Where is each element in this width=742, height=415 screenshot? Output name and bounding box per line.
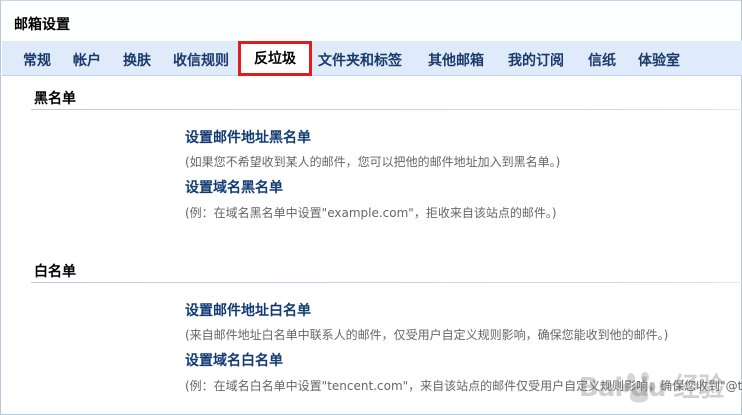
settings-panel: 邮箱设置 常规 帐户 换肤 收信规则 反垃圾 文件夹和标签 其他邮箱 我的订阅 … bbox=[0, 0, 742, 415]
blacklist-domain-description: (例：在域名黑名单中设置"example.com"，拒收来自该站点的邮件。) bbox=[185, 206, 557, 220]
whitelist-domain-link[interactable]: 设置域名白名单 bbox=[185, 350, 283, 370]
settings-tab-bar: 常规 帐户 换肤 收信规则 反垃圾 文件夹和标签 其他邮箱 我的订阅 信纸 体验… bbox=[2, 41, 742, 76]
baidu-jingyan-watermark: Bai du 经验 bbox=[561, 364, 736, 408]
blacklist-heading: 黑名单 bbox=[34, 91, 76, 107]
whitelist-heading: 白名单 bbox=[34, 264, 76, 280]
blacklist-domain-link[interactable]: 设置域名黑名单 bbox=[185, 177, 283, 197]
whitelist-address-link[interactable]: 设置邮件地址白名单 bbox=[185, 300, 311, 320]
tab-anti-spam[interactable]: 反垃圾 bbox=[238, 41, 312, 76]
tab-folders-labels[interactable]: 文件夹和标签 bbox=[318, 50, 402, 70]
watermark-text: Bai du 经验 bbox=[579, 373, 724, 403]
tab-account[interactable]: 帐户 bbox=[73, 50, 101, 70]
tab-lab[interactable]: 体验室 bbox=[638, 50, 680, 70]
page-title: 邮箱设置 bbox=[14, 17, 70, 33]
tab-my-subscriptions[interactable]: 我的订阅 bbox=[508, 50, 564, 70]
tab-general[interactable]: 常规 bbox=[23, 50, 51, 70]
blacklist-address-link[interactable]: 设置邮件地址黑名单 bbox=[185, 127, 311, 147]
tab-filter-rules[interactable]: 收信规则 bbox=[173, 50, 229, 70]
tab-stationery[interactable]: 信纸 bbox=[588, 50, 616, 70]
tab-skin[interactable]: 换肤 bbox=[123, 50, 151, 70]
blacklist-address-description: (如果您不希望收到某人的邮件，您可以把他的邮件地址加入到黑名单。) bbox=[185, 155, 561, 169]
blacklist-divider bbox=[31, 109, 742, 110]
tab-other-mailboxes[interactable]: 其他邮箱 bbox=[428, 50, 484, 70]
whitelist-address-description: (来自邮件地址白名单中联系人的邮件，仅受用户自定义规则影响，确保您能收到他的邮件… bbox=[185, 328, 669, 342]
whitelist-divider bbox=[31, 282, 742, 283]
